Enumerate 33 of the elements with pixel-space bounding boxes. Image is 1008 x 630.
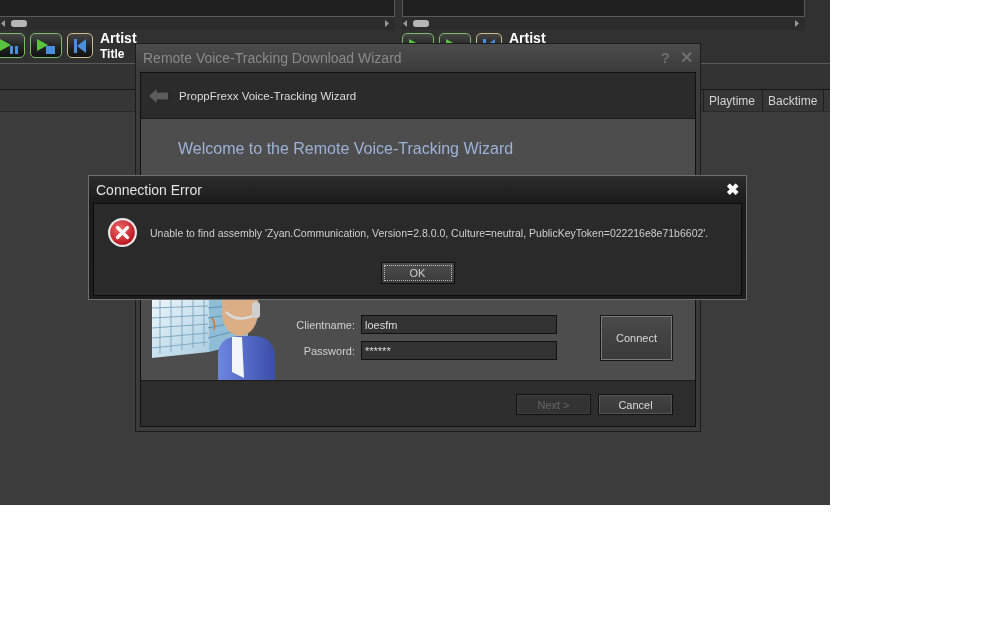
error-icon	[107, 217, 138, 248]
scroll-left-arrow-icon[interactable]	[1, 20, 5, 27]
play-stop-icon	[36, 37, 56, 54]
skip-back-icon	[74, 38, 86, 53]
play-stop-button[interactable]	[30, 33, 62, 58]
field-label: Clientname:	[296, 318, 355, 331]
ok-button[interactable]: OK	[380, 262, 455, 284]
scrollbar-thumb[interactable]	[11, 20, 27, 27]
connect-button[interactable]: Connect	[600, 315, 673, 361]
welcome-heading: Welcome to the Remote Voice-Tracking Wizard	[178, 140, 514, 158]
wizard-button[interactable]: Cancel	[598, 394, 673, 415]
artist-label: Artist	[509, 30, 546, 46]
artist-label: Artist	[100, 30, 137, 46]
play-pause-icon	[0, 37, 19, 54]
dialog-title: Connection Error	[96, 181, 202, 198]
wizard-header-title: ProppFrexx Voice-Tracking Wizard	[179, 89, 357, 102]
column-header[interactable]: Backtime	[762, 90, 823, 111]
horizontal-scrollbar[interactable]	[402, 17, 805, 30]
horizontal-scrollbar[interactable]	[0, 17, 395, 30]
play-pause-button[interactable]	[0, 33, 25, 58]
scrollbar-thumb[interactable]	[413, 20, 429, 27]
scroll-right-arrow-icon[interactable]	[385, 20, 389, 27]
column-header[interactable]: Playtime	[703, 90, 762, 111]
input-field[interactable]: ******	[361, 341, 557, 360]
dialog-title: Remote Voice-Tracking Download Wizard	[143, 50, 402, 66]
input-field[interactable]: loesfm	[361, 315, 557, 334]
close-button[interactable]: ✖	[725, 180, 740, 199]
scroll-left-arrow-icon[interactable]	[403, 20, 407, 27]
scroll-right-arrow-icon[interactable]	[795, 20, 799, 27]
field-label: Password:	[303, 344, 355, 357]
title-label: Title	[100, 46, 126, 62]
skip-back-button[interactable]	[67, 33, 93, 58]
error-message: Unable to find assembly 'Zyan.Communication, Version=2.8.0.0, Culture=neutral, PublicKeyToken=022216e8e71b6602'.	[150, 226, 709, 239]
